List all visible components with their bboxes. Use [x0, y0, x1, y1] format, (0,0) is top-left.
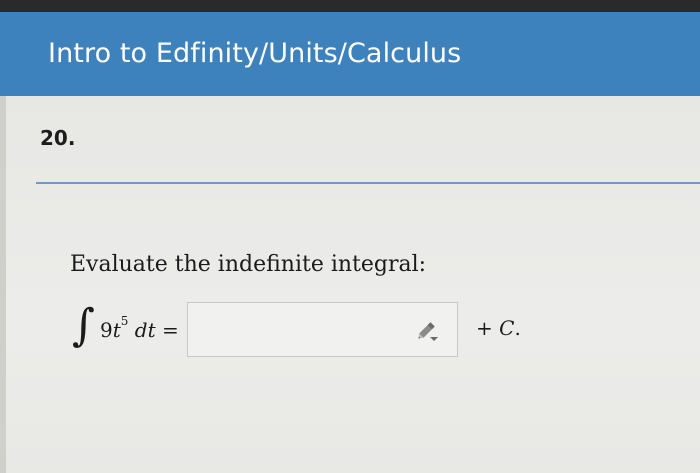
- page-title: Intro to Edfinity/Units/Calculus: [48, 38, 462, 69]
- variable: t: [112, 318, 121, 342]
- top-bar: [0, 0, 700, 12]
- pencil-icon[interactable]: [414, 317, 440, 343]
- period: .: [514, 316, 521, 340]
- question-divider: [36, 182, 700, 184]
- equals-sign: =: [161, 318, 179, 342]
- integrand: 9t5 dt =: [100, 314, 179, 342]
- content-area: [0, 96, 700, 473]
- exponent: 5: [120, 314, 129, 329]
- answer-box[interactable]: [187, 302, 458, 357]
- coefficient: 9: [100, 318, 113, 342]
- constant-of-integration: + C.: [476, 316, 521, 340]
- constant-c: C: [499, 316, 515, 340]
- screen: Intro to Edfinity/Units/Calculus 20. Eva…: [0, 0, 700, 473]
- plus-sign: +: [476, 316, 500, 340]
- question-prompt: Evaluate the indefinite integral:: [70, 252, 427, 277]
- answer-input[interactable]: [194, 311, 408, 349]
- question-number: 20.: [40, 126, 76, 150]
- differential: dt: [134, 318, 156, 342]
- page-header: Intro to Edfinity/Units/Calculus: [0, 12, 700, 96]
- left-edge: [0, 96, 6, 473]
- integral-sign: ∫: [72, 300, 95, 351]
